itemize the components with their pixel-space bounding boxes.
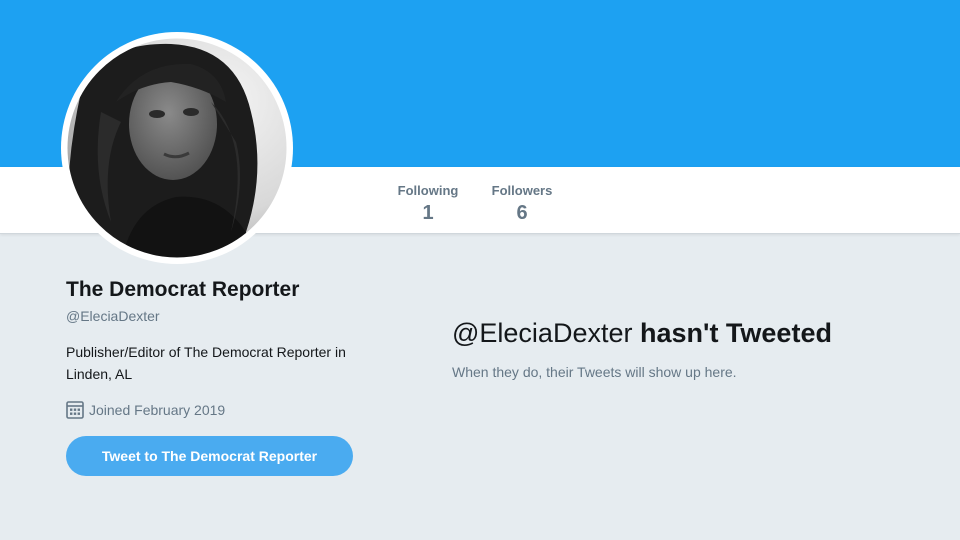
profile-name[interactable]: The Democrat Reporter <box>66 278 299 302</box>
avatar-photo <box>62 33 292 263</box>
empty-timeline-title: @EleciaDexter hasn't Tweeted <box>452 318 832 349</box>
empty-timeline-subtitle: When they do, their Tweets will show up … <box>452 364 737 380</box>
tweet-to-button[interactable]: Tweet to The Democrat Reporter <box>66 436 353 476</box>
following-count: 1 <box>422 202 434 224</box>
following-label: Following <box>397 183 459 198</box>
followers-stat[interactable]: Followers 6 <box>486 183 558 225</box>
following-stat[interactable]: Following 1 <box>392 183 464 225</box>
joined-label: Joined February 2019 <box>89 402 226 418</box>
profile-bio: Publisher/Editor of The Democrat Reporte… <box>66 344 346 382</box>
joined-date: Joined February 2019 <box>66 401 225 419</box>
calendar-icon <box>66 401 84 419</box>
followers-label: Followers <box>491 183 553 198</box>
avatar[interactable] <box>61 32 293 264</box>
profile-handle[interactable]: @EleciaDexter <box>66 308 160 324</box>
followers-count: 6 <box>516 202 528 224</box>
empty-timeline-message: hasn't Tweeted <box>640 318 832 348</box>
empty-timeline-handle: @EleciaDexter <box>452 318 633 348</box>
